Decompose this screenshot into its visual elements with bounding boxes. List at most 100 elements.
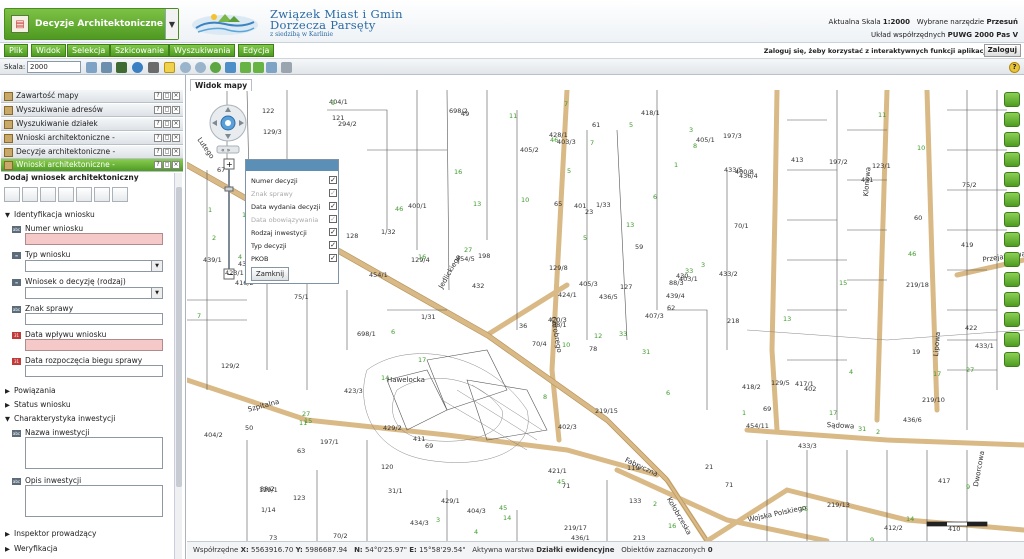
side-tab-button[interactable] (1004, 172, 1020, 187)
menu-szkicowanie[interactable]: Szkicowanie (110, 44, 170, 57)
parcel-number-label: 121 (332, 114, 345, 122)
panel-decyzje[interactable]: Decyzje architektoniczne -? ◻ × (1, 146, 183, 159)
zoom-out-icon[interactable] (195, 62, 206, 73)
map-canvas[interactable]: « » + − (187, 90, 1024, 541)
export-icon[interactable] (116, 62, 127, 73)
layers-icon[interactable] (86, 62, 97, 73)
side-tab-button[interactable] (1004, 312, 1020, 327)
popup-row[interactable]: Znak sprawy ✓ (251, 189, 337, 198)
popup-row-label: PKOB (251, 255, 269, 263)
checkbox[interactable]: ✓ (329, 189, 337, 197)
section-status[interactable]: ▶ Status wniosku (5, 400, 71, 409)
link-icon[interactable] (281, 62, 292, 73)
side-tab-button[interactable] (1004, 132, 1020, 147)
map-view[interactable]: « » + − 7888/588/188/288/369197/31/33400… (187, 76, 1024, 559)
scale-input[interactable]: 2000 (27, 61, 81, 73)
data-rozpoczecia-input[interactable] (25, 365, 163, 377)
side-tab-button[interactable] (1004, 212, 1020, 227)
text-field-icon: abc (12, 225, 21, 233)
tab-widok-mapy[interactable]: Widok mapy (190, 79, 253, 91)
locate-icon[interactable] (94, 187, 110, 202)
refresh-icon[interactable] (266, 62, 277, 73)
checkbox[interactable]: ✓ (329, 228, 337, 236)
popup-row[interactable]: Typ decyzji ✓ (251, 241, 337, 250)
popup-row[interactable]: Data obowiązywania ✓ (251, 215, 337, 224)
nazwa-inwestycji-textarea[interactable] (25, 437, 163, 469)
opis-inwestycji-textarea[interactable] (25, 485, 163, 517)
menu-wyszukiwania[interactable]: Wyszukiwania (169, 44, 236, 57)
panel-wnioski-active[interactable]: Wnioski architektoniczne -? ◻ × (1, 159, 183, 172)
building-number-label: 16 (454, 168, 463, 176)
wniosek-o-decyzje-select[interactable]: ▼ (25, 287, 163, 299)
checkbox[interactable]: ✓ (329, 215, 337, 223)
add-icon[interactable] (4, 187, 20, 202)
panel-wnioski-1[interactable]: Wnioski architektoniczne -? ◻ × (1, 132, 183, 145)
data-wplywu-input[interactable] (25, 339, 163, 351)
checkbox[interactable]: ✓ (329, 241, 337, 249)
building-number-label: 12 (594, 332, 603, 340)
scrollbar-thumb[interactable] (176, 187, 182, 487)
menu-widok[interactable]: Widok (31, 44, 66, 57)
side-tab-button[interactable] (1004, 92, 1020, 107)
popup-row[interactable]: Numer decyzji ✓ (251, 176, 337, 185)
building-number-label: 17 (933, 370, 942, 378)
section-charakterystyka[interactable]: ▼ Charakterystyka inwestycji (5, 414, 115, 423)
parcel-number-label: 1/31 (421, 313, 436, 321)
zoom-box-icon[interactable] (225, 62, 236, 73)
popup-row-label: Numer decyzji (251, 177, 298, 185)
checkbox[interactable]: ✓ (329, 176, 337, 184)
checkbox[interactable]: ✓ (329, 254, 337, 262)
delete-icon[interactable] (112, 187, 128, 202)
checkbox[interactable]: ✓ (329, 202, 337, 210)
side-tab-button[interactable] (1004, 252, 1020, 267)
side-tab-button[interactable] (1004, 272, 1020, 287)
section-weryfikacja[interactable]: ▶ Weryfikacja (5, 544, 57, 553)
building-number-label: 13 (783, 315, 792, 323)
popup-row[interactable]: Data wydania decyzji ✓ (251, 202, 337, 211)
parcel-number-label: 404/2 (204, 431, 223, 439)
app-selector-dropdown[interactable]: ▤ Decyzje Architektoniczne ▼ (4, 8, 179, 40)
side-tab-button[interactable] (1004, 232, 1020, 247)
zoom-in-icon[interactable] (180, 62, 191, 73)
full-extent-icon[interactable] (210, 62, 221, 73)
side-tab-button[interactable] (1004, 352, 1020, 367)
chart-icon[interactable] (40, 187, 56, 202)
close-popup-button[interactable]: Zamknij (251, 267, 289, 281)
znak-sprawy-input[interactable] (25, 313, 163, 325)
menu-edycja[interactable]: Edycja (238, 44, 275, 57)
chevron-down-icon[interactable]: ▼ (165, 9, 178, 39)
building-number-label: 10 (917, 144, 926, 152)
back-icon[interactable] (240, 62, 251, 73)
side-tab-button[interactable] (1004, 332, 1020, 347)
panel-icon (4, 161, 13, 170)
menu-selekcja[interactable]: Selekcja (67, 44, 111, 57)
help-icon[interactable]: ? (1009, 62, 1020, 73)
menu-plik[interactable]: Plik (4, 44, 28, 57)
login-button[interactable]: Zaloguj (983, 44, 1021, 57)
parcel-number-label: 411 (413, 435, 426, 443)
typ-wniosku-select[interactable]: ▼ (25, 260, 163, 272)
numer-wniosku-input[interactable] (25, 233, 163, 245)
panel-wyszukiwanie-adresow[interactable]: Wyszukiwanie adresów? ◻ × (1, 104, 183, 117)
print-icon[interactable] (101, 62, 112, 73)
panel-zawartosc-mapy[interactable]: Zawartość mapy? ◻ × (1, 90, 183, 103)
forward-icon[interactable] (253, 62, 264, 73)
edit-icon[interactable] (22, 187, 38, 202)
save-icon[interactable] (58, 187, 74, 202)
hand-icon[interactable] (164, 62, 175, 73)
info-icon[interactable] (132, 62, 143, 73)
section-powiazania[interactable]: ▶ Powiązania (5, 386, 56, 395)
panel-scrollbar[interactable] (174, 173, 182, 559)
side-tab-button[interactable] (1004, 192, 1020, 207)
popup-row[interactable]: PKOB ✓ (251, 254, 337, 263)
panel-icon (4, 120, 13, 129)
section-inspektor[interactable]: ▶ Inspektor prowadzący (5, 529, 96, 538)
panel-wyszukiwanie-dzialek[interactable]: Wyszukiwanie działek? ◻ × (1, 118, 183, 131)
side-tab-button[interactable] (1004, 292, 1020, 307)
section-identification[interactable]: ▼ Identyfikacja wniosku (5, 210, 95, 219)
side-tab-button[interactable] (1004, 152, 1020, 167)
popup-row[interactable]: Rodzaj inwestycji ✓ (251, 228, 337, 237)
pan-icon[interactable] (148, 62, 159, 73)
pencil-icon[interactable] (76, 187, 92, 202)
side-tab-button[interactable] (1004, 112, 1020, 127)
